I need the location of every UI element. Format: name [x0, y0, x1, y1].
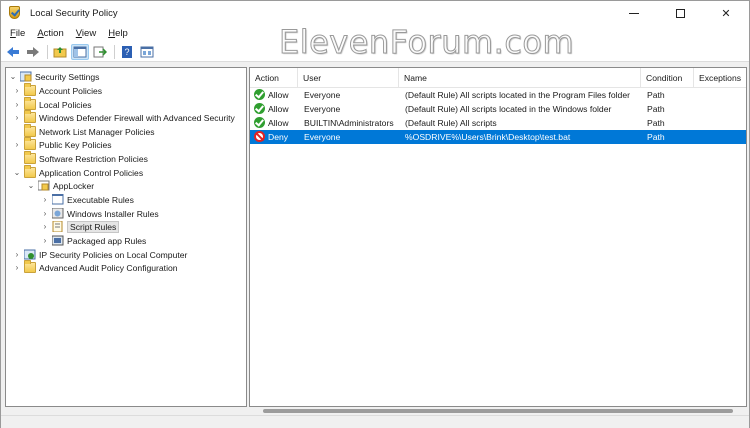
scrollbar-thumb[interactable]: [263, 409, 733, 413]
maximize-icon: [675, 8, 685, 18]
table-row[interactable]: Deny Everyone %OSDRIVE%\Users\Brink\Desk…: [250, 130, 746, 144]
maximize-button[interactable]: [657, 1, 703, 25]
help-button[interactable]: ?: [118, 44, 136, 60]
allow-icon: [254, 117, 265, 128]
svg-text:?: ?: [124, 47, 129, 57]
tree-item-security-settings[interactable]: ⌄ Security Settings: [8, 70, 99, 83]
script-rules-icon: [52, 220, 64, 233]
folder-icon: [24, 260, 36, 273]
window-title: Local Security Policy: [30, 7, 118, 19]
tree-item-public-key-policies[interactable]: › Public Key Policies: [12, 137, 112, 151]
folder-icon: [24, 124, 36, 137]
minimize-button[interactable]: [611, 1, 657, 25]
forward-button[interactable]: [24, 44, 42, 60]
chevron-right-icon[interactable]: ›: [12, 113, 22, 123]
column-header-condition[interactable]: Condition: [641, 68, 694, 88]
status-bar: [1, 415, 749, 428]
export-list-icon: [93, 46, 107, 57]
executable-rules-icon: [51, 193, 64, 205]
chevron-right-icon[interactable]: ›: [12, 86, 22, 96]
rules-list: Action User Name Condition Exceptions Al…: [249, 67, 747, 407]
folder-icon: [24, 165, 36, 178]
up-one-level-button[interactable]: [51, 44, 69, 60]
console-tree: ⌄ Security Settings › Account Policies ›…: [5, 67, 247, 407]
security-settings-icon: [19, 71, 32, 82]
help-icon: ?: [122, 45, 132, 58]
chevron-right-icon[interactable]: ›: [40, 209, 50, 219]
show-hide-tree-icon: [73, 46, 87, 57]
up-folder-icon: [53, 46, 67, 57]
local-security-policy-window: Local Security Policy ✕ File Action View…: [0, 0, 750, 428]
column-header-exceptions[interactable]: Exceptions: [694, 68, 746, 88]
list-header: Action User Name Condition Exceptions: [250, 68, 746, 88]
column-header-name[interactable]: Name: [399, 68, 641, 88]
menu-help[interactable]: Help: [102, 28, 134, 39]
title-bar[interactable]: Local Security Policy ✕: [1, 1, 749, 25]
chevron-right-icon[interactable]: ›: [40, 195, 50, 205]
chevron-right-icon[interactable]: ›: [12, 250, 22, 260]
folder-icon: [24, 110, 36, 123]
chevron-right-icon[interactable]: ›: [12, 100, 22, 110]
table-row[interactable]: Allow Everyone (Default Rule) All script…: [250, 88, 746, 102]
folder-icon: [24, 137, 36, 150]
show-hide-console-tree-button[interactable]: [71, 43, 89, 60]
menu-bar: File Action View Help: [1, 25, 749, 42]
tree-item-windows-defender-firewall[interactable]: › Windows Defender Firewall with Advance…: [12, 110, 235, 124]
applocker-icon: [37, 180, 50, 191]
security-policy-app-icon: [8, 6, 22, 20]
export-list-button[interactable]: [91, 44, 109, 60]
packaged-app-rules-icon: [51, 235, 64, 246]
installer-rules-icon: [51, 207, 64, 219]
toolbar-separator: [47, 44, 48, 59]
minimize-icon: [629, 12, 639, 14]
table-row[interactable]: Allow BUILTIN\Administrators (Default Ru…: [250, 116, 746, 130]
chevron-down-icon[interactable]: ⌄: [26, 181, 36, 191]
close-icon: ✕: [721, 7, 731, 20]
menu-view[interactable]: View: [70, 28, 102, 39]
tree-item-ip-security[interactable]: › IP Security Policies on Local Computer: [12, 248, 187, 261]
menu-file[interactable]: File: [4, 28, 31, 39]
chevron-down-icon[interactable]: ⌄: [12, 168, 22, 178]
chevron-right-icon[interactable]: ›: [40, 236, 50, 246]
column-header-action[interactable]: Action: [250, 68, 298, 88]
back-button[interactable]: [4, 44, 22, 60]
chevron-right-icon[interactable]: ›: [12, 140, 22, 150]
folder-icon: [24, 83, 36, 96]
close-button[interactable]: ✕: [703, 1, 749, 25]
allow-icon: [254, 89, 265, 100]
folder-icon: [24, 97, 36, 110]
deny-icon: [254, 131, 265, 142]
menu-action[interactable]: Action: [31, 28, 69, 39]
tree-item-applocker[interactable]: ⌄ AppLocker: [26, 179, 94, 192]
tree-item-windows-installer-rules[interactable]: › Windows Installer Rules: [40, 207, 159, 220]
horizontal-scrollbar[interactable]: [249, 407, 747, 415]
tree-item-packaged-app-rules[interactable]: › Packaged app Rules: [40, 234, 146, 247]
chevron-down-icon[interactable]: ⌄: [8, 72, 18, 82]
tree-item-software-restriction[interactable]: Software Restriction Policies: [12, 151, 148, 165]
chevron-right-icon[interactable]: ›: [12, 263, 22, 273]
column-header-user[interactable]: User: [298, 68, 399, 88]
allow-icon: [254, 103, 265, 114]
forward-icon: [27, 46, 39, 57]
chevron-right-icon[interactable]: ›: [40, 222, 50, 232]
tree-item-account-policies[interactable]: › Account Policies: [12, 83, 102, 97]
ip-security-icon: [23, 249, 36, 260]
tree-item-network-list-manager[interactable]: Network List Manager Policies: [12, 124, 155, 138]
tree-item-script-rules[interactable]: › Script Rules: [40, 220, 120, 233]
toolbar-separator: [114, 44, 115, 59]
tree-item-advanced-audit[interactable]: › Advanced Audit Policy Configuration: [12, 260, 178, 274]
tree-item-application-control[interactable]: ⌄ Application Control Policies: [12, 165, 143, 179]
folder-icon: [24, 151, 36, 164]
properties-button[interactable]: [138, 44, 156, 60]
tree-item-executable-rules[interactable]: › Executable Rules: [40, 193, 134, 206]
properties-icon: [140, 46, 154, 57]
table-row[interactable]: Allow Everyone (Default Rule) All script…: [250, 102, 746, 116]
toolbar: ?: [1, 42, 749, 62]
back-icon: [7, 46, 19, 57]
